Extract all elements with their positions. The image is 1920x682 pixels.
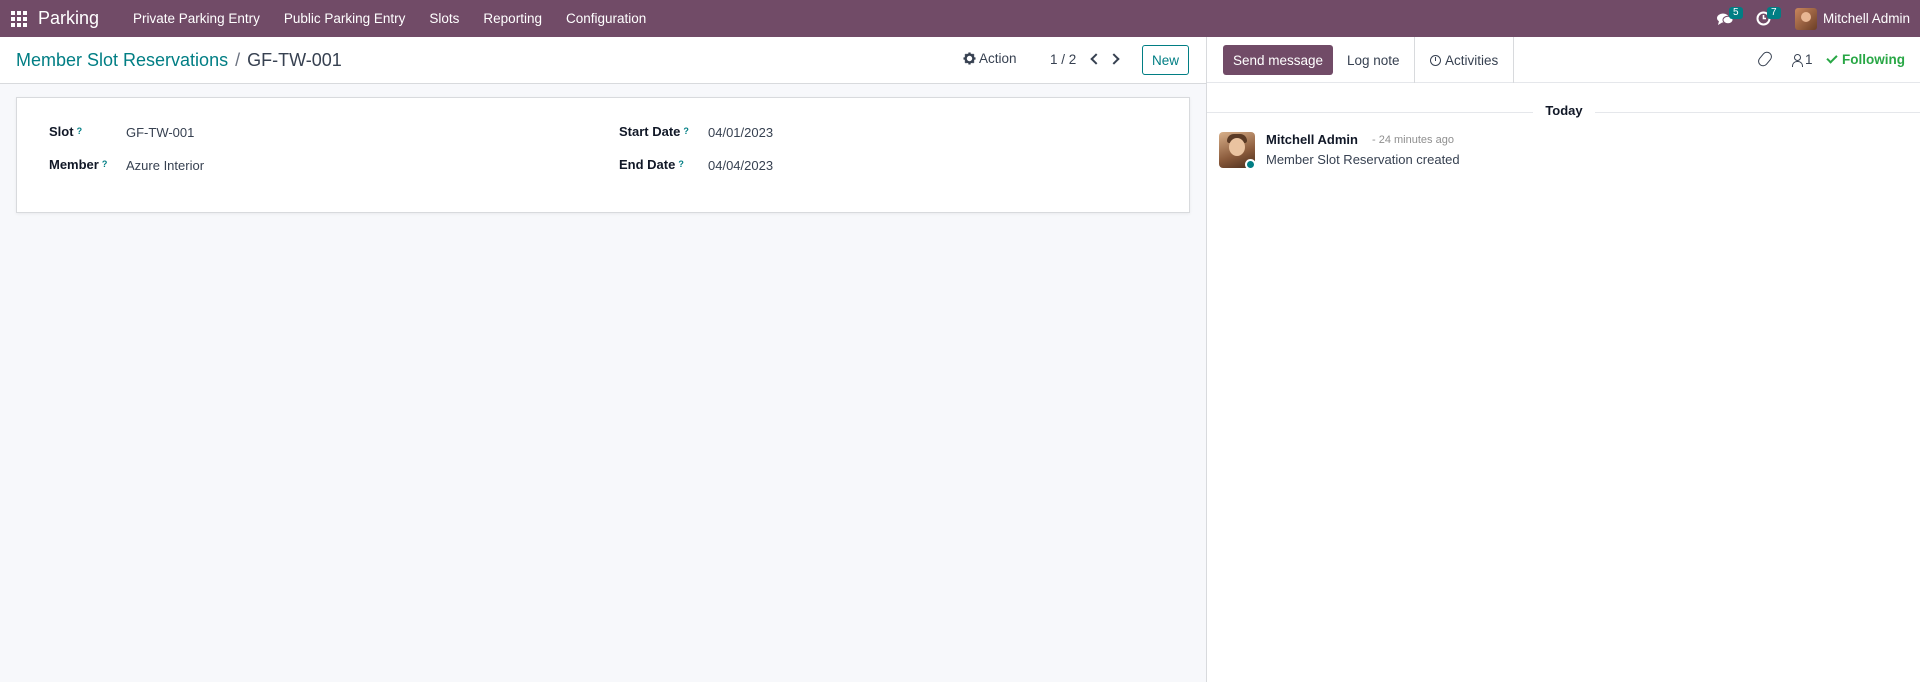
form-sheet: Slot ? GF-TW-001 Member ? Azure Interior… — [16, 97, 1190, 213]
end-date-value[interactable]: 04/04/2023 — [708, 158, 773, 173]
pager-previous-button[interactable] — [1085, 50, 1103, 68]
end-date-label: End Date — [619, 157, 676, 172]
clock-icon — [1430, 54, 1441, 66]
breadcrumb-parent-link[interactable]: Member Slot Reservations — [16, 50, 228, 71]
message-time: - 24 minutes ago — [1372, 134, 1454, 146]
followers-count: 1 — [1805, 52, 1813, 67]
messages-systray[interactable]: 5 — [1706, 0, 1744, 37]
top-navbar: Parking Private Parking Entry Public Par… — [0, 0, 1920, 37]
online-status-icon — [1245, 159, 1256, 170]
user-avatar — [1794, 7, 1817, 30]
member-help-icon[interactable]: ? — [102, 159, 108, 169]
pager-value[interactable]: 1 / 2 — [1050, 52, 1076, 67]
start-date-value[interactable]: 04/01/2023 — [708, 125, 773, 140]
followers-button[interactable]: 1 — [1792, 52, 1813, 67]
chatter-message: Mitchell Admin - 24 minutes ago Member S… — [1219, 132, 1909, 176]
menu-slots[interactable]: Slots — [417, 0, 471, 37]
person-icon — [1792, 53, 1803, 67]
user-name: Mitchell Admin — [1822, 11, 1910, 26]
main-menu: Private Parking Entry Public Parking Ent… — [121, 0, 658, 37]
message-author[interactable]: Mitchell Admin — [1266, 132, 1358, 147]
activities-badge: 7 — [1766, 7, 1781, 19]
messages-badge: 5 — [1728, 7, 1743, 19]
menu-public-parking-entry[interactable]: Public Parking Entry — [272, 0, 418, 37]
paperclip-icon[interactable] — [1756, 49, 1774, 69]
menu-private-parking-entry[interactable]: Private Parking Entry — [121, 0, 272, 37]
check-icon — [1826, 52, 1838, 64]
menu-reporting[interactable]: Reporting — [471, 0, 554, 37]
breadcrumb-separator: / — [235, 50, 241, 70]
activities-systray[interactable]: 7 — [1746, 0, 1781, 37]
slot-field: Slot ? — [49, 124, 82, 139]
apps-menu-icon[interactable] — [0, 0, 37, 37]
activities-button[interactable]: Activities — [1414, 37, 1515, 83]
slot-label: Slot — [49, 124, 74, 139]
breadcrumb: Member Slot Reservations / GF-TW-001 — [16, 50, 342, 71]
systray: 5 7 Mitchell Admin — [1706, 0, 1920, 37]
action-button[interactable]: Action — [963, 51, 1017, 66]
slot-value[interactable]: GF-TW-001 — [126, 125, 194, 140]
control-panel: Member Slot Reservations / GF-TW-001 Act… — [0, 37, 1207, 84]
chatter-panel: Send message Log note Activities 1 Follo… — [1206, 37, 1920, 682]
date-separator-label: Today — [1533, 103, 1595, 118]
menu-configuration[interactable]: Configuration — [554, 0, 658, 37]
member-field: Member ? — [49, 157, 107, 172]
chevron-left-icon — [1089, 53, 1102, 65]
activities-label: Activities — [1445, 52, 1499, 68]
following-label: Following — [1842, 52, 1905, 67]
message-body: Member Slot Reservation created — [1266, 152, 1460, 167]
user-menu[interactable]: Mitchell Admin — [1789, 0, 1920, 37]
pager-next-button[interactable] — [1106, 50, 1124, 68]
end-date-field: End Date ? — [619, 157, 684, 172]
action-label: Action — [979, 51, 1017, 66]
start-date-help-icon[interactable]: ? — [683, 126, 689, 136]
member-value[interactable]: Azure Interior — [126, 158, 204, 173]
slot-help-icon[interactable]: ? — [77, 126, 83, 136]
date-separator: Today — [1207, 103, 1920, 118]
end-date-help-icon[interactable]: ? — [678, 159, 684, 169]
following-button[interactable]: Following — [1826, 52, 1905, 67]
log-note-button[interactable]: Log note — [1335, 45, 1412, 75]
chatter-topbar: Send message Log note Activities 1 Follo… — [1207, 37, 1920, 83]
send-message-button[interactable]: Send message — [1223, 45, 1334, 75]
app-brand[interactable]: Parking — [38, 8, 99, 29]
gear-icon — [963, 52, 976, 65]
chevron-right-icon — [1107, 53, 1120, 65]
member-label: Member — [49, 157, 99, 172]
new-button[interactable]: New — [1142, 45, 1189, 75]
start-date-label: Start Date — [619, 124, 681, 139]
breadcrumb-current: GF-TW-001 — [247, 50, 342, 70]
start-date-field: Start Date ? — [619, 124, 689, 139]
